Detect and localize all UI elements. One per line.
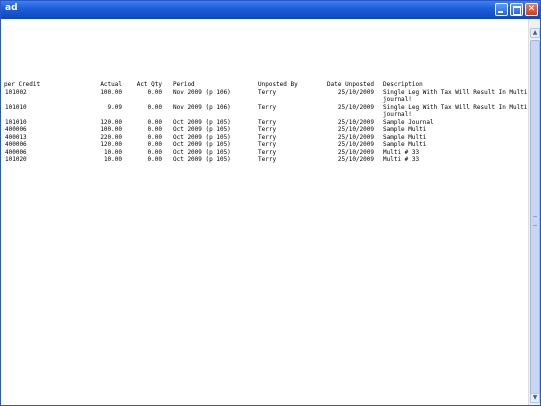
header-period: Period: [173, 81, 195, 88]
arrow-down-icon: ▼: [532, 394, 538, 401]
table-row: 101010 9.09 0.00 Nov 2009 (p 106) Terry 25/10…: [1, 104, 528, 112]
table-row-continuation: journal!: [1, 111, 528, 119]
table-row: 400006 10.00 0.00 Oct 2009 (p 105) Terry 25/1…: [1, 149, 528, 157]
cell-unposted-by: Terry: [258, 103, 277, 111]
cell-description-cont: journal!: [383, 111, 412, 118]
cell-period: Oct 2009 (p 105): [173, 141, 231, 148]
window-title: ad: [5, 3, 18, 13]
cell-description: Multi # 33: [383, 148, 420, 156]
cell-credit: 400013: [5, 133, 27, 141]
cell-actual: 10.00: [103, 156, 122, 163]
cell-description: Sample Journal: [383, 118, 434, 126]
cell-credit: 101002: [5, 88, 27, 96]
cell-date-unposted: 25/10/2009: [337, 126, 374, 133]
header-unposted-by: Unposted By: [258, 81, 298, 88]
cell-unposted-by: Terry: [258, 133, 277, 141]
cell-description: Single Leg With Tax Will Result In Multi: [383, 103, 528, 111]
cell-actual: 100.00: [100, 88, 122, 96]
cell-period: Oct 2009 (p 105): [173, 156, 231, 163]
cell-act-qty: 0.00: [147, 148, 162, 156]
table-row-continuation: journal!: [1, 96, 528, 104]
cell-act-qty: 0.00: [147, 133, 162, 141]
scroll-thumb[interactable]: [530, 40, 540, 400]
cell-date-unposted: 25/10/2009: [337, 156, 374, 163]
title-bar[interactable]: ad ✕: [1, 1, 540, 19]
close-icon: ✕: [527, 4, 536, 14]
cell-period: Oct 2009 (p 105): [173, 133, 231, 141]
cell-description: Multi # 33: [383, 156, 420, 163]
cell-date-unposted: 25/10/2009: [337, 133, 374, 141]
cell-unposted-by: Terry: [258, 148, 277, 156]
cell-act-qty: 0.00: [147, 156, 162, 163]
cell-description: Sample Multi: [383, 141, 427, 148]
cell-date-unposted: 25/10/2009: [337, 118, 374, 126]
cell-date-unposted: 25/10/2009: [337, 103, 374, 111]
cell-unposted-by: Terry: [258, 88, 277, 96]
cell-actual: 9.09: [107, 103, 122, 111]
vertical-scrollbar[interactable]: ▲ ▼: [528, 19, 540, 405]
close-button[interactable]: ✕: [525, 3, 538, 16]
report-header-row: per Credit Actual Act Qty Period Unposte…: [1, 81, 528, 89]
grip-icon: [533, 216, 537, 226]
cell-act-qty: 0.00: [147, 88, 162, 96]
table-row: 101002 100.00 0.00 Nov 2009 (p 106) Terry 25/…: [1, 89, 528, 97]
cell-credit: 400006: [5, 141, 27, 148]
cell-date-unposted: 25/10/2009: [337, 141, 374, 148]
cell-act-qty: 0.00: [147, 103, 162, 111]
cell-act-qty: 0.00: [147, 118, 162, 126]
cell-period: Nov 2009 (p 106): [173, 103, 231, 111]
report-content: per Credit Actual Act Qty Period Unposte…: [1, 19, 528, 405]
cell-description-cont: journal!: [383, 96, 412, 103]
window-controls: ✕: [495, 3, 538, 16]
table-row: 400006 120.00 0.00 Oct 2009 (p 105) Terry 25/…: [1, 141, 528, 149]
minimize-icon: [498, 11, 503, 13]
cell-credit: 101020: [5, 156, 27, 163]
header-actual: Actual: [100, 81, 122, 88]
cell-period: Oct 2009 (p 105): [173, 148, 231, 156]
cell-credit: 101010: [5, 103, 27, 111]
report-table: per Credit Actual Act Qty Period Unposte…: [1, 81, 528, 164]
cell-description: Sample Multi: [383, 133, 427, 141]
cell-credit: 400006: [5, 126, 27, 133]
maximize-icon: [513, 6, 521, 15]
header-date-unposted: Date Unposted: [327, 81, 374, 88]
header-description: Description: [383, 81, 423, 88]
maximize-button[interactable]: [510, 3, 523, 16]
table-row: 101020 10.00 0.00 Oct 2009 (p 105) Terry 25/1…: [1, 156, 528, 164]
report-rows: 101002 100.00 0.00 Nov 2009 (p 106) Terry 25/…: [1, 89, 528, 164]
cell-description: Sample Multi: [383, 126, 427, 133]
table-row: 101010 120.00 0.00 Oct 2009 (p 105) Terry 25/…: [1, 119, 528, 127]
cell-credit: 101010: [5, 118, 27, 126]
header-act-qty: Act Qty: [136, 81, 162, 88]
minimize-button[interactable]: [495, 3, 508, 16]
cell-actual: 10.00: [103, 148, 122, 156]
cell-description: Single Leg With Tax Will Result In Multi: [383, 88, 528, 96]
cell-actual: 120.00: [100, 118, 122, 126]
cell-act-qty: 0.00: [147, 141, 162, 148]
arrow-up-icon: ▲: [532, 29, 538, 36]
cell-credit: 400006: [5, 148, 27, 156]
table-row: 400006 100.00 0.00 Oct 2009 (p 105) Terry 25/…: [1, 126, 528, 134]
cell-period: Oct 2009 (p 105): [173, 126, 231, 133]
cell-date-unposted: 25/10/2009: [337, 148, 374, 156]
cell-period: Nov 2009 (p 106): [173, 88, 231, 96]
scroll-down-button[interactable]: ▼: [530, 393, 540, 403]
cell-date-unposted: 25/10/2009: [337, 88, 374, 96]
header-credit: per Credit: [4, 81, 41, 88]
cell-unposted-by: Terry: [258, 141, 277, 148]
table-row: 400013 220.00 0.00 Oct 2009 (p 105) Terry 25/…: [1, 134, 528, 142]
cell-actual: 100.00: [100, 126, 122, 133]
scroll-up-button[interactable]: ▲: [530, 28, 540, 38]
cell-unposted-by: Terry: [258, 156, 277, 163]
cell-actual: 220.00: [100, 133, 122, 141]
cell-actual: 120.00: [100, 141, 122, 148]
report-window: ad ✕ per Credit Actual Act Qty Period Un…: [0, 0, 541, 406]
cell-period: Oct 2009 (p 105): [173, 118, 231, 126]
cell-unposted-by: Terry: [258, 126, 277, 133]
cell-act-qty: 0.00: [147, 126, 162, 133]
cell-unposted-by: Terry: [258, 118, 277, 126]
